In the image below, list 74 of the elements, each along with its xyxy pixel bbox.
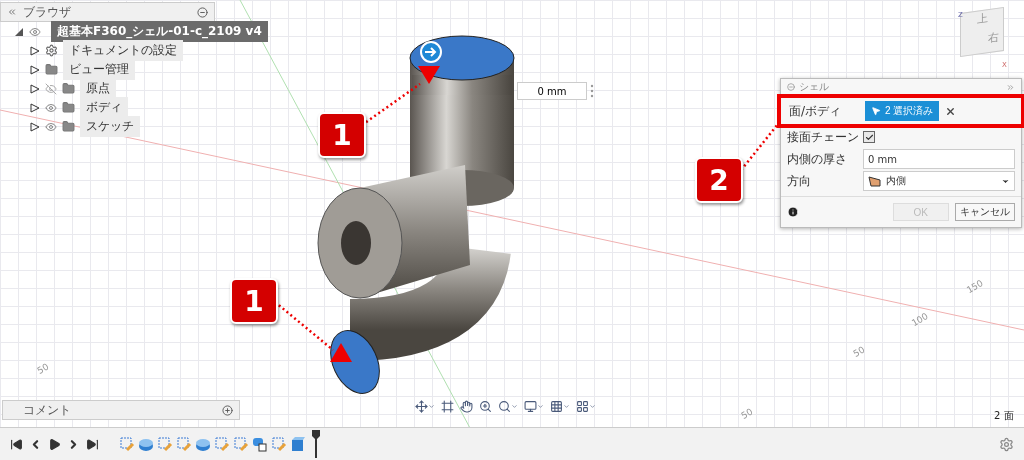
- eye-icon[interactable]: [45, 101, 57, 114]
- clear-icon[interactable]: [945, 105, 957, 117]
- browser-title: ブラウザ: [23, 3, 72, 21]
- caret-icon: [563, 403, 570, 410]
- info-icon[interactable]: [787, 206, 799, 218]
- tree-item-label[interactable]: スケッチ: [80, 116, 140, 137]
- timeline-marker-icon[interactable]: [312, 430, 320, 458]
- tree-item-label[interactable]: ドキュメントの設定: [63, 40, 183, 61]
- caret-icon: [428, 403, 435, 410]
- direction-icon: [868, 175, 882, 187]
- field-label: 内側の厚さ: [787, 150, 848, 168]
- extrude-icon[interactable]: [138, 436, 154, 452]
- play-button[interactable]: [48, 437, 61, 451]
- callout-number: 1: [318, 112, 366, 158]
- expanded-caret-icon[interactable]: [14, 26, 24, 37]
- settings-icon[interactable]: [999, 436, 1014, 452]
- grid-tool[interactable]: [550, 400, 570, 413]
- collapsed-caret-icon[interactable]: [30, 83, 40, 94]
- eye-icon[interactable]: [29, 25, 41, 38]
- pointer-icon: [871, 106, 881, 116]
- fit-tool[interactable]: [498, 400, 518, 413]
- viewports-tool[interactable]: [576, 400, 596, 413]
- grid-label: 50: [35, 361, 51, 376]
- cube-face-label: 上: [975, 10, 989, 28]
- collapsed-caret-icon[interactable]: [30, 121, 40, 132]
- caret-icon: [511, 403, 518, 410]
- last-frame-button[interactable]: [86, 437, 99, 451]
- field-label: 方向: [787, 172, 812, 190]
- direction-dropdown[interactable]: 内側: [863, 171, 1015, 191]
- arrow-icon[interactable]: [418, 66, 440, 84]
- more-options-icon[interactable]: [590, 84, 594, 98]
- pan-tool[interactable]: [460, 400, 473, 413]
- first-frame-button[interactable]: [10, 437, 23, 451]
- look-at-tool[interactable]: [441, 400, 454, 413]
- cube-icon[interactable]: [290, 436, 306, 452]
- field-label: 面/ボディ: [789, 102, 843, 120]
- folder-icon: [45, 63, 58, 76]
- callout-number: 2: [695, 157, 743, 203]
- grid-label: 50: [739, 406, 755, 421]
- display-tool[interactable]: [524, 400, 544, 413]
- caret-icon: [537, 403, 544, 410]
- eye-icon[interactable]: [45, 120, 57, 133]
- folder-icon: [62, 82, 75, 95]
- dialog-button[interactable]: キャンセル: [955, 203, 1015, 221]
- grid-label: 150: [964, 278, 985, 296]
- minus-icon[interactable]: [197, 6, 208, 18]
- field-label: 接面チェーン: [787, 128, 857, 146]
- folder-icon: [62, 101, 75, 114]
- selection-button[interactable]: 2 選択済み: [865, 101, 940, 121]
- grid-label: 50: [851, 344, 867, 359]
- comments-title: コメント: [22, 401, 72, 419]
- collapsed-caret-icon[interactable]: [30, 45, 40, 56]
- dimension-field[interactable]: 0 mm: [517, 82, 587, 100]
- grid-label: 100: [909, 311, 930, 329]
- tree-item-label[interactable]: 原点: [80, 78, 116, 99]
- thickness-input[interactable]: 0 mm: [863, 149, 1015, 169]
- caret-icon: [589, 403, 596, 410]
- collapsed-caret-icon[interactable]: [30, 64, 40, 75]
- component-label[interactable]: 超基本F360_シェル-01-c_2109 v4: [51, 21, 268, 42]
- checkbox[interactable]: [863, 131, 875, 143]
- extrude-icon[interactable]: [195, 436, 211, 452]
- callout-number: 1: [230, 278, 278, 324]
- zoom-tool[interactable]: [479, 400, 492, 413]
- selection-count: 2 面: [994, 410, 1014, 421]
- folder-icon: [62, 120, 75, 133]
- combine-icon[interactable]: [252, 436, 268, 452]
- gear-icon: [45, 44, 58, 57]
- collapsed-caret-icon[interactable]: [30, 102, 40, 113]
- cube-face-label: 右: [987, 29, 1000, 48]
- orbit-tool[interactable]: [415, 400, 435, 413]
- dialog-title: シェル: [799, 80, 830, 94]
- tree-item-label[interactable]: ボディ: [80, 97, 128, 118]
- plus-icon[interactable]: [222, 404, 233, 416]
- tree-item-label[interactable]: ビュー管理: [63, 59, 135, 80]
